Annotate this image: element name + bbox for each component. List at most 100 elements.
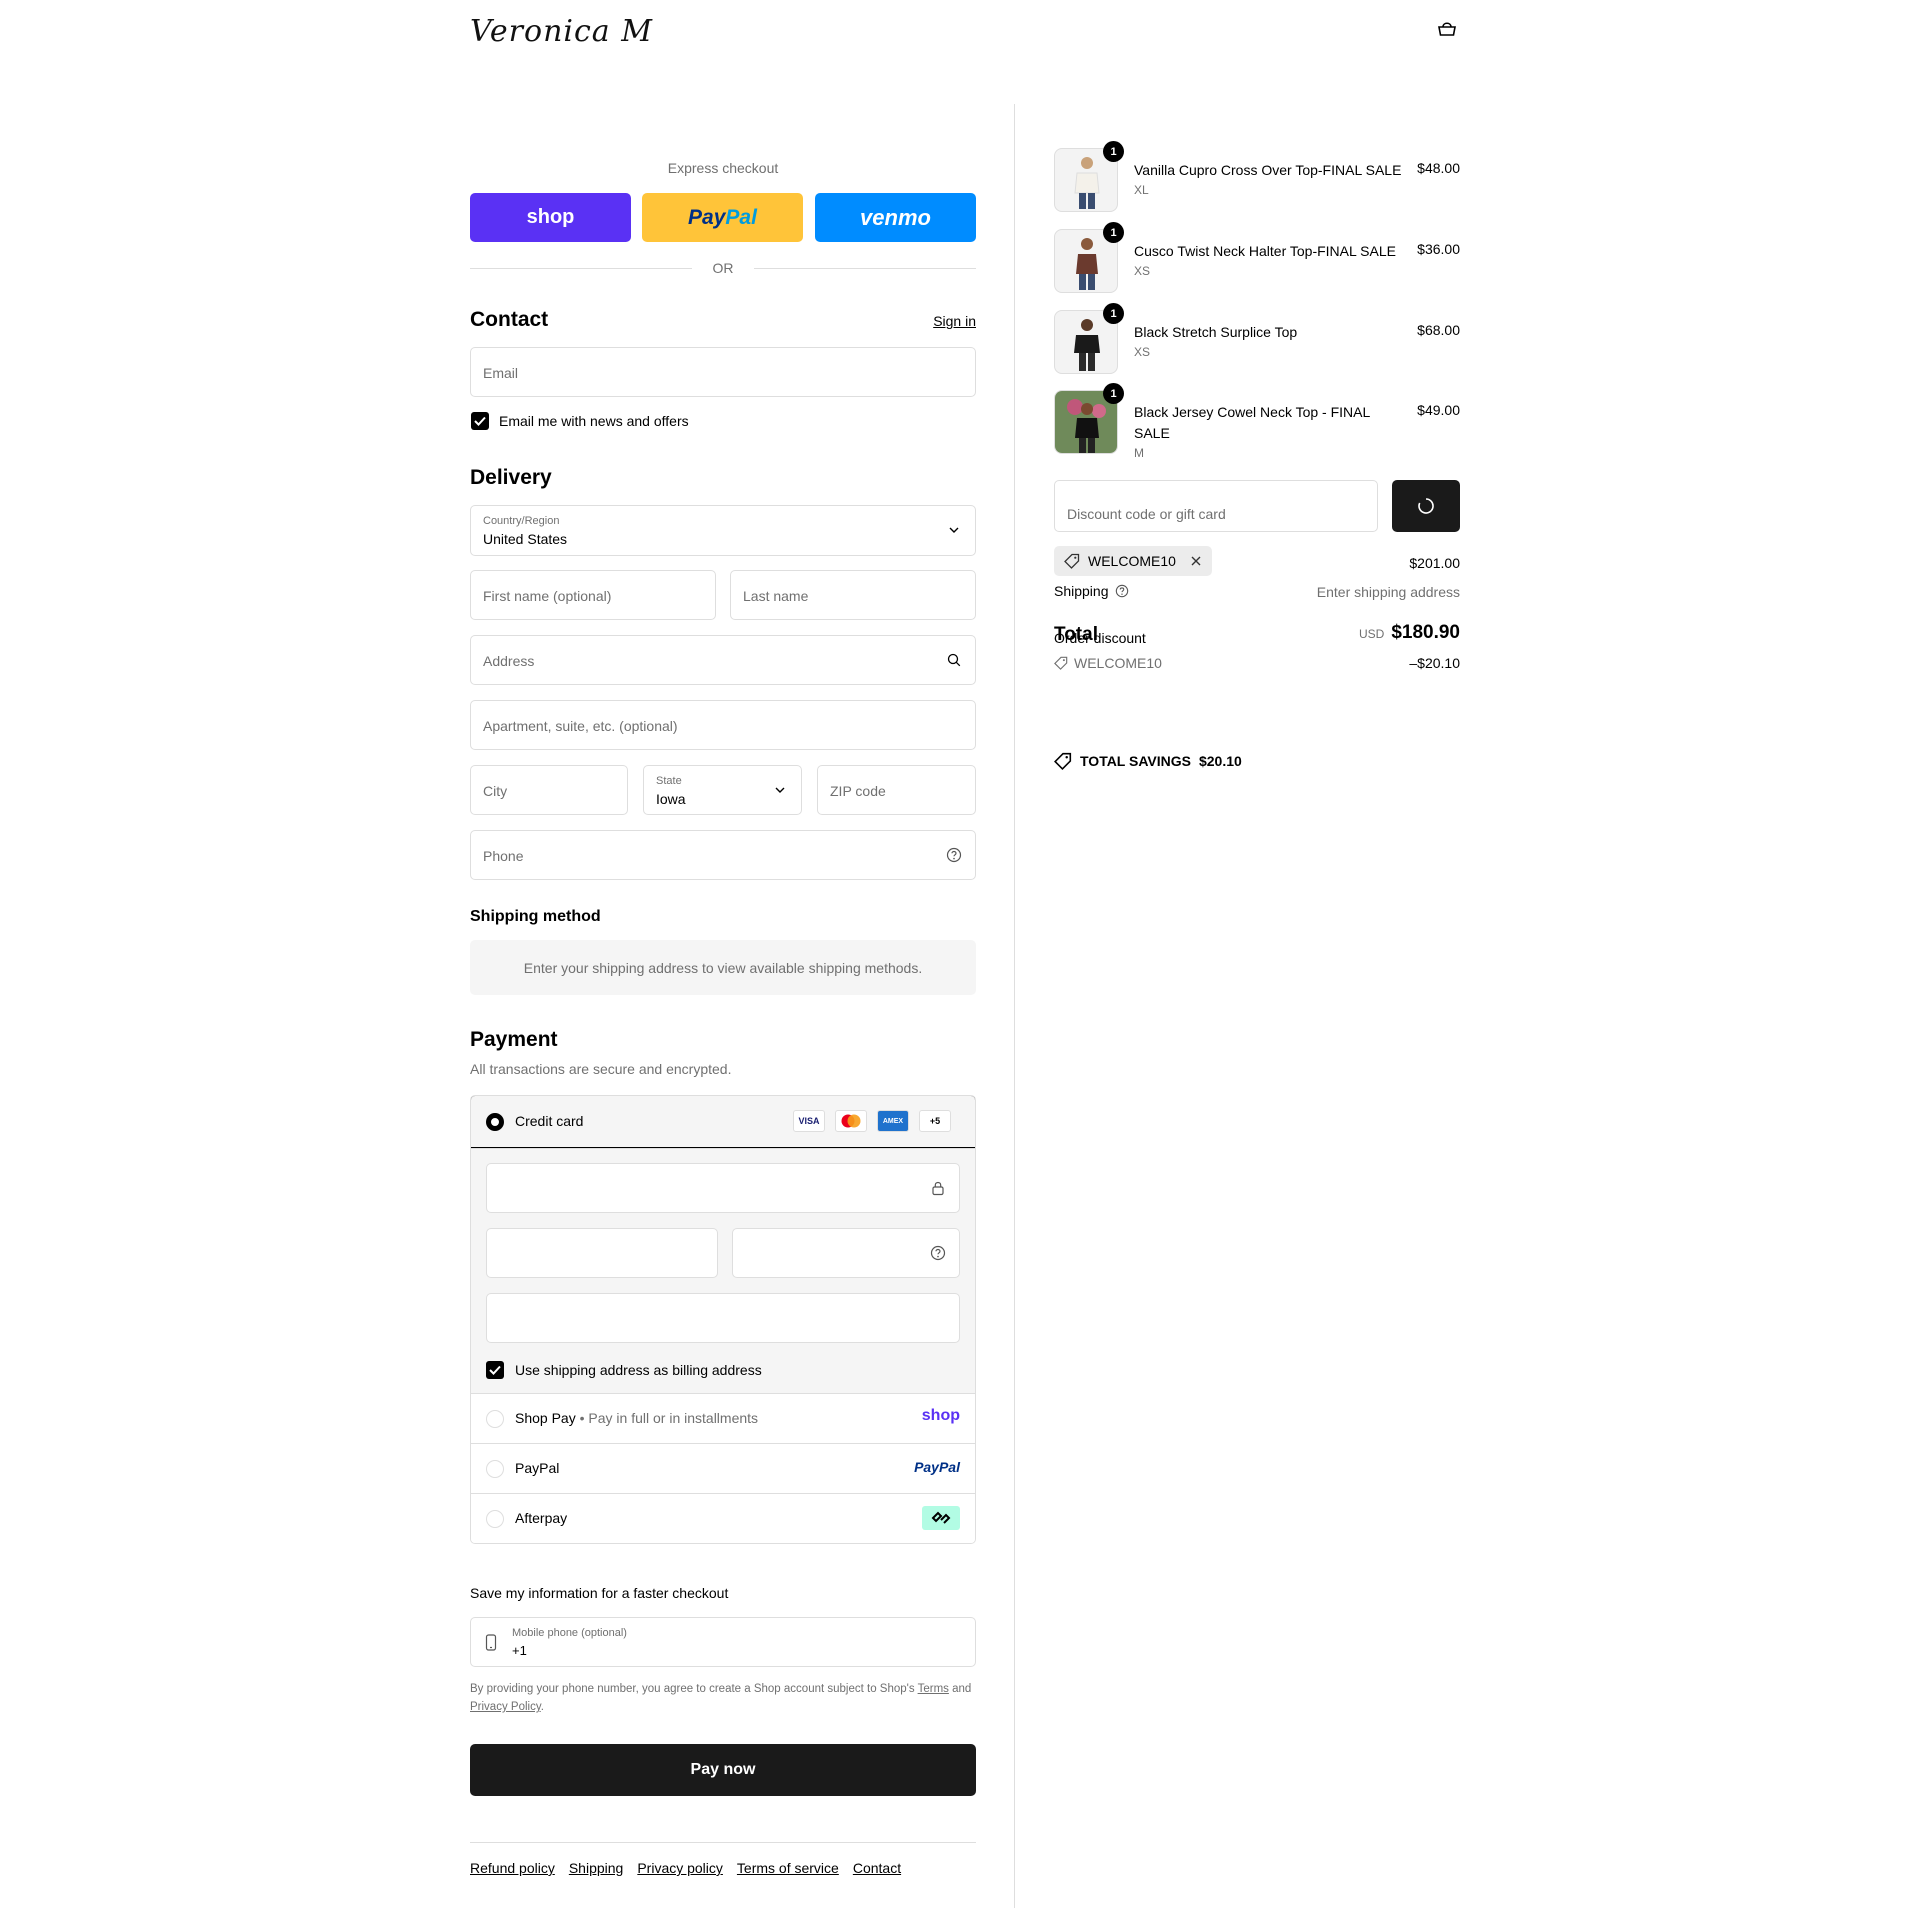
shipping-method-heading: Shipping method — [470, 908, 601, 925]
product-name: Black Stretch Surplice Top — [1134, 324, 1298, 340]
order-discount-code: WELCOME10 — [1074, 655, 1162, 671]
last-name-input[interactable]: Last name — [730, 570, 976, 620]
footer-links: Refund policy Shipping Privacy policy Te… — [470, 1860, 901, 1876]
state-select[interactable]: State Iowa — [643, 765, 802, 815]
credit-card-form: Use shipping address as billing address — [471, 1148, 975, 1393]
paypal-radio[interactable] — [486, 1460, 504, 1478]
quantity-badge: 1 — [1103, 222, 1124, 243]
pay-now-button[interactable]: Pay now — [470, 1744, 976, 1796]
apply-discount-button[interactable] — [1392, 480, 1460, 532]
credit-card-option[interactable]: Credit card VISA AMEX +5 — [471, 1096, 975, 1148]
apartment-input[interactable]: Apartment, suite, etc. (optional) — [470, 700, 976, 750]
or-divider-text: OR — [712, 260, 734, 276]
mastercard-icon — [835, 1110, 867, 1132]
cart-item: 1 Vanilla Cupro Cross Over Top-FINAL SAL… — [1054, 141, 1460, 220]
address-input[interactable]: Address — [470, 635, 976, 685]
shipping-policy-link[interactable]: Shipping — [569, 1860, 624, 1876]
state-label: State — [656, 775, 682, 787]
total-savings-row: TOTAL SAVINGS $20.10 — [1054, 752, 1242, 770]
address-placeholder: Address — [483, 653, 535, 669]
lock-icon — [932, 1181, 944, 1196]
city-input[interactable]: City — [470, 765, 628, 815]
paypal-logo: PayPal — [914, 1459, 960, 1475]
more-cards-badge: +5 — [919, 1110, 951, 1132]
city-placeholder: City — [483, 783, 508, 799]
visa-icon: VISA — [793, 1110, 825, 1132]
venmo-logo: venmo — [860, 204, 931, 230]
shop-pay-option[interactable]: Shop Pay • Pay in full or in installment… — [471, 1393, 975, 1443]
shop-pay-logo: shop — [921, 1407, 960, 1424]
shipping-row: Shipping — [1054, 583, 1129, 599]
shipping-label: Shipping — [1054, 583, 1109, 599]
credit-card-radio[interactable] — [486, 1113, 504, 1131]
shipping-method-notice: Enter your shipping address to view avai… — [470, 940, 976, 995]
contact-heading: Contact — [470, 308, 549, 331]
card-name-input[interactable] — [486, 1293, 960, 1343]
payment-subtitle: All transactions are secure and encrypte… — [470, 1061, 732, 1077]
afterpay-option[interactable]: Afterpay — [471, 1493, 975, 1543]
terms-of-service-link[interactable]: Terms of service — [737, 1860, 839, 1876]
help-circle-icon[interactable] — [1115, 584, 1129, 598]
shop-pay-express-button[interactable]: shop — [470, 193, 631, 242]
card-number-input[interactable] — [486, 1163, 960, 1213]
paypal-option[interactable]: PayPal PayPal — [471, 1443, 975, 1493]
total-currency: USD — [1358, 627, 1385, 641]
search-icon — [947, 653, 961, 667]
afterpay-radio[interactable] — [486, 1510, 504, 1528]
payment-heading: Payment — [470, 1028, 558, 1051]
sign-in-link[interactable]: Sign in — [900, 313, 976, 329]
discount-code-placeholder: Discount code or gift card — [1067, 506, 1226, 522]
privacy-policy-link[interactable]: Privacy policy — [637, 1860, 723, 1876]
phone-input[interactable]: Phone — [470, 830, 976, 880]
product-price: $48.00 — [1417, 160, 1460, 176]
refund-policy-link[interactable]: Refund policy — [470, 1860, 555, 1876]
card-cvc-input[interactable] — [732, 1228, 960, 1278]
product-variant: XS — [1134, 264, 1151, 278]
cart-item: 1 Black Stretch Surplice Top XS $68.00 — [1054, 303, 1460, 382]
billing-same-label: Use shipping address as billing address — [515, 1362, 762, 1378]
newsletter-checkbox[interactable] — [471, 412, 489, 430]
cart-item: 1 Cusco Twist Neck Halter Top-FINAL SALE… — [1054, 222, 1460, 301]
tag-icon — [1054, 752, 1072, 770]
paypal-express-button[interactable]: Pay Pal — [642, 193, 803, 242]
country-select[interactable]: Country/Region United States — [470, 505, 976, 556]
first-name-input[interactable]: First name (optional) — [470, 570, 716, 620]
zip-placeholder: ZIP code — [830, 783, 886, 799]
contact-link[interactable]: Contact — [853, 1860, 901, 1876]
help-circle-icon[interactable] — [946, 847, 962, 863]
product-name: Black Jersey Cowel Neck Top - FINAL SALE — [1134, 404, 1370, 441]
billing-same-checkbox[interactable] — [486, 1361, 504, 1379]
help-circle-icon[interactable] — [930, 1245, 946, 1261]
mobile-phone-value: +1 — [512, 1643, 527, 1658]
column-divider — [1014, 104, 1015, 1908]
cart-icon[interactable] — [1436, 20, 1458, 38]
total-value: $180.90 — [1391, 622, 1460, 643]
venmo-express-button[interactable]: venmo — [815, 193, 976, 242]
shop-pay-radio[interactable] — [486, 1410, 504, 1428]
card-expiry-input[interactable] — [486, 1228, 718, 1278]
close-icon[interactable] — [1190, 555, 1202, 567]
total-savings-label: TOTAL SAVINGS — [1080, 753, 1191, 769]
state-value: Iowa — [656, 791, 686, 807]
credit-card-label: Credit card — [515, 1113, 584, 1129]
brand-logo[interactable]: Veronica M — [470, 14, 653, 49]
mobile-phone-icon — [485, 1634, 497, 1651]
shipping-method-message: Enter your shipping address to view avai… — [523, 959, 923, 976]
discount-code-input[interactable]: Discount code or gift card — [1054, 480, 1378, 532]
quantity-badge: 1 — [1103, 383, 1124, 404]
order-discount-value: –$20.10 — [1409, 655, 1460, 671]
product-price: $68.00 — [1417, 322, 1460, 338]
chevron-down-icon — [949, 527, 959, 533]
zip-input[interactable]: ZIP code — [817, 765, 976, 815]
product-name: Vanilla Cupro Cross Over Top-FINAL SALE — [1134, 162, 1402, 178]
mobile-phone-input[interactable]: Mobile phone (optional) +1 — [470, 1617, 976, 1667]
phone-placeholder: Phone — [483, 848, 524, 864]
shop-privacy-link[interactable]: Privacy Policy — [470, 1701, 541, 1713]
footer-divider — [470, 1842, 976, 1843]
shop-terms-link[interactable]: Terms — [918, 1683, 949, 1695]
email-input[interactable]: Email — [470, 347, 976, 397]
product-variant: XL — [1134, 183, 1149, 197]
total-savings-value: $20.10 — [1198, 753, 1242, 769]
apartment-placeholder: Apartment, suite, etc. (optional) — [483, 718, 678, 734]
product-price: $36.00 — [1417, 241, 1460, 257]
